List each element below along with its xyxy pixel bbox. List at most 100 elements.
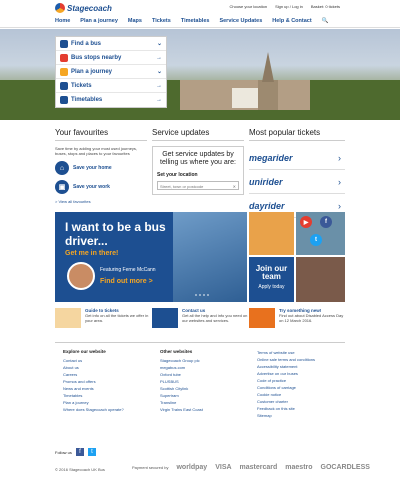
copyright: © 2016 Stagecoach UK Bus xyxy=(55,467,105,472)
bus-stop-icon xyxy=(60,53,68,62)
footer-link[interactable]: Customer charter xyxy=(257,398,347,405)
social-media-tile: ▶ f t xyxy=(296,212,345,255)
quick-timetables[interactable]: Timetables → xyxy=(56,93,166,107)
join-team-tile[interactable]: Join our team Apply today xyxy=(249,257,294,302)
briefcase-icon: ▣ xyxy=(55,180,69,194)
brand-name: Stagecoach xyxy=(67,3,112,13)
favourites-text: Save time by adding your most used journ… xyxy=(55,146,138,156)
login-link[interactable]: Sign up / Log in xyxy=(275,4,303,9)
nav-plan-journey[interactable]: Plan a journey xyxy=(80,18,118,24)
chevron-down-icon: ⌄ xyxy=(156,41,162,47)
quick-plan-journey[interactable]: Plan a journey ⌄ xyxy=(56,65,166,79)
footer-link[interactable]: Timetables xyxy=(63,392,153,399)
location-link[interactable]: Choose your location xyxy=(229,4,267,9)
guide-to-tickets[interactable]: Guide to tickets Get info on all the tick… xyxy=(55,308,151,328)
quick-link-label: Plan a journey xyxy=(71,68,113,75)
favourites-title: Your favourites xyxy=(55,128,147,141)
footer-link[interactable]: Advertise on our buses xyxy=(257,370,347,377)
footer-link[interactable]: Cookie notice xyxy=(257,391,347,398)
mastercard-logo: mastercard xyxy=(239,464,278,471)
location-label: Set your location xyxy=(157,172,198,178)
footer-link[interactable]: Accessibility statement xyxy=(257,363,347,370)
tickets-guide-icon xyxy=(55,308,81,328)
ticket-label: megarider xyxy=(249,152,293,163)
footer-link[interactable]: PLUSBUS xyxy=(160,378,250,385)
footer-link[interactable]: Contact us xyxy=(63,357,153,364)
twitter-icon[interactable]: t xyxy=(87,448,96,456)
save-home-button[interactable]: ⌂ Save your home xyxy=(55,161,147,175)
quick-bus-stops-nearby[interactable]: Bus stops nearby → xyxy=(56,51,166,65)
quick-find-bus[interactable]: Find a bus ⌄ xyxy=(56,37,166,51)
search-icon[interactable]: 🔍 xyxy=(322,18,329,24)
promo-subheading: Get me in there! xyxy=(65,250,119,257)
ticket-label: dayrider xyxy=(249,200,285,211)
quick-tickets[interactable]: Tickets → xyxy=(56,79,166,93)
ticket-megarider[interactable]: megarider › xyxy=(249,146,345,170)
footer-link[interactable]: Careers xyxy=(63,371,153,378)
close-icon[interactable]: ✕ xyxy=(233,184,236,189)
footer-link[interactable]: Virgin Trains East Coast xyxy=(160,406,250,413)
nav-help-contact[interactable]: Help & Contact xyxy=(272,18,311,24)
payment-logos: Payment secured by worldpay VISA masterc… xyxy=(132,464,370,471)
save-work-button[interactable]: ▣ Save your work xyxy=(55,180,147,194)
footer-link[interactable]: Where does Stagecoach operate? xyxy=(63,406,153,413)
gocardless-logo: GOCARDLESS xyxy=(320,464,370,471)
nav-timetables[interactable]: Timetables xyxy=(181,18,210,24)
passengers-photo-tile[interactable] xyxy=(296,257,345,302)
basket-link[interactable]: Basket: 0 tickets xyxy=(311,4,340,9)
arrow-right-icon: → xyxy=(156,82,162,89)
nav-home[interactable]: Home xyxy=(55,18,70,24)
carousel-dot[interactable] xyxy=(195,294,197,296)
footer-link[interactable]: Oxford tube xyxy=(160,371,250,378)
carousel-dot[interactable] xyxy=(203,294,205,296)
twitter-icon[interactable]: t xyxy=(310,234,322,246)
footer-link[interactable]: Feedback on this site xyxy=(257,405,347,412)
footer-link[interactable]: Supertram xyxy=(160,392,250,399)
info-text: Get info on all the tickets we offer in … xyxy=(85,313,149,323)
woman-photo-tile[interactable] xyxy=(249,212,294,255)
social-tiles: ▶ f t Join our team Apply today xyxy=(249,212,345,302)
popular-tickets-section: Most popular tickets megarider › unirider… xyxy=(249,128,345,218)
footer-link[interactable]: Terms of website use xyxy=(257,349,347,356)
view-favourites-link[interactable]: > View all favourites xyxy=(55,199,147,204)
chevron-right-icon: › xyxy=(338,152,341,163)
footer-link[interactable]: Code of practice xyxy=(257,377,347,384)
footer-link[interactable]: Scottish Citylink xyxy=(160,385,250,392)
nav-tickets[interactable]: Tickets xyxy=(152,18,171,24)
facebook-icon[interactable]: f xyxy=(320,216,332,228)
footer-link[interactable]: Transline xyxy=(160,399,250,406)
driver-promo-banner[interactable]: I want to be a bus driver... Get me in t… xyxy=(55,212,247,302)
nav-maps[interactable]: Maps xyxy=(128,18,142,24)
carousel-dots[interactable] xyxy=(195,294,209,296)
facebook-icon[interactable]: f xyxy=(75,448,84,456)
promo-cta-link[interactable]: Find out more > xyxy=(100,278,153,285)
carousel-dot[interactable] xyxy=(207,294,209,296)
ticket-unirider[interactable]: unirider › xyxy=(249,170,345,194)
footer-link[interactable]: Sitemap xyxy=(257,412,347,419)
footer-link[interactable]: Online sale terms and conditions xyxy=(257,356,347,363)
footer-link[interactable]: Conditions of carriage xyxy=(257,384,347,391)
footer-link[interactable]: Promos and offers xyxy=(63,378,153,385)
youtube-icon[interactable]: ▶ xyxy=(300,216,312,228)
ticket-icon xyxy=(60,81,68,90)
hero-tower xyxy=(258,80,278,110)
contact-us-info[interactable]: Contact us Get all the help and info you … xyxy=(152,308,248,328)
bus-icon xyxy=(60,39,68,48)
carousel-dot[interactable] xyxy=(199,294,201,296)
footer-link[interactable]: News and events xyxy=(63,385,153,392)
footer-link[interactable]: About us xyxy=(63,364,153,371)
favourites-section: Your favourites Save time by adding your… xyxy=(55,128,147,204)
service-updates-title: Service updates xyxy=(152,128,244,141)
footer-link[interactable]: megabus.com xyxy=(160,364,250,371)
join-title: Join our team xyxy=(255,264,288,281)
join-sub: Apply today xyxy=(258,284,285,290)
brand-logo[interactable]: Stagecoach xyxy=(55,3,112,13)
service-updates-section: Service updates Get service updates by t… xyxy=(152,128,244,195)
service-box-title: Get service updates by telling us where … xyxy=(160,151,236,166)
location-input[interactable]: Street, town or postcode ✕ xyxy=(157,181,239,190)
follow-us: Follow us f t xyxy=(55,448,96,456)
footer-link[interactable]: Plan a journey xyxy=(63,399,153,406)
try-something-new[interactable]: Try something new! Find out about Disable… xyxy=(249,308,345,328)
nav-service-updates[interactable]: Service Updates xyxy=(219,18,262,24)
footer-link[interactable]: Stagecoach Group plc xyxy=(160,357,250,364)
